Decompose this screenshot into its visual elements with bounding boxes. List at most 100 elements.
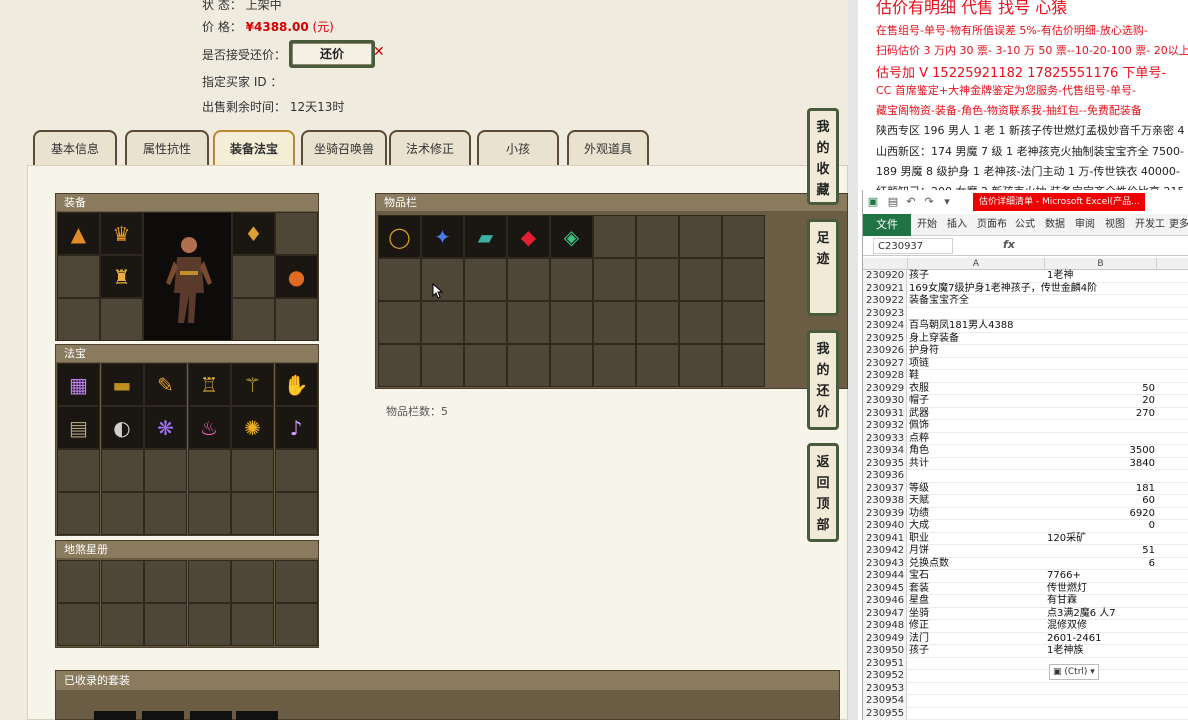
- cell-a[interactable]: 宝石: [909, 570, 1045, 582]
- cell-a[interactable]: 帽子: [909, 395, 1045, 407]
- sheet-row[interactable]: 230934 角色 3500: [863, 445, 1188, 458]
- equipment-slot-empty[interactable]: [275, 212, 318, 255]
- inventory-slot[interactable]: [550, 301, 593, 344]
- cell-a[interactable]: 169女魔7级护身1老神孩子，传世金麟4阶: [909, 283, 1097, 295]
- treasure-slot[interactable]: ✋: [274, 363, 318, 406]
- cell-b[interactable]: 7766+: [1047, 570, 1155, 582]
- earth-star-slot[interactable]: [100, 603, 144, 646]
- cell-a[interactable]: 职业: [909, 533, 1045, 545]
- equipment-slot-empty[interactable]: [275, 298, 318, 341]
- treasure-slot[interactable]: ♪: [274, 406, 318, 449]
- row-number[interactable]: 230949: [863, 632, 907, 645]
- cell-b[interactable]: 1老神: [1047, 270, 1155, 282]
- cell-a[interactable]: 点粹: [909, 433, 1045, 445]
- equipment-slot-empty[interactable]: [57, 298, 100, 341]
- earth-star-slot[interactable]: [144, 603, 187, 646]
- tab-equipment[interactable]: 装备法宝: [213, 130, 295, 166]
- cell-a[interactable]: 天赋: [909, 495, 1045, 507]
- sheet-row[interactable]: 230936: [863, 470, 1188, 483]
- back-to-top-button[interactable]: 返回顶部: [807, 443, 839, 542]
- row-number[interactable]: 230922: [863, 295, 907, 307]
- cell-b[interactable]: 有甘霖: [1047, 595, 1155, 607]
- inventory-slot[interactable]: [593, 344, 636, 387]
- cell-a[interactable]: 兑换点数: [909, 558, 1045, 570]
- sheet-row[interactable]: 230933 点粹: [863, 432, 1188, 445]
- cell-a[interactable]: 衣服: [909, 383, 1045, 395]
- footprint-button[interactable]: 足迹: [807, 219, 839, 316]
- cell-a[interactable]: 角色: [909, 445, 1045, 457]
- column-header-a[interactable]: A: [908, 258, 1045, 270]
- sheet-row[interactable]: 230951: [863, 657, 1188, 670]
- cell-b[interactable]: 混修双修: [1047, 620, 1155, 632]
- suit-slot[interactable]: [94, 711, 136, 720]
- inventory-slot[interactable]: [679, 258, 722, 301]
- cell-a[interactable]: 功绩: [909, 508, 1045, 520]
- sheet-row[interactable]: 230926 护身符: [863, 345, 1188, 358]
- cell-b[interactable]: 270: [1047, 408, 1155, 420]
- equipment-slot-helmet[interactable]: ♛: [100, 212, 143, 255]
- sheet-row[interactable]: 230922 装备宝宝齐全: [863, 295, 1188, 308]
- inventory-slot[interactable]: [722, 258, 765, 301]
- ribbon-tab-review[interactable]: 审阅: [1075, 214, 1095, 236]
- treasure-slot[interactable]: ◐: [100, 406, 144, 449]
- sheet-row[interactable]: 230923: [863, 307, 1188, 320]
- tab-spell-fix[interactable]: 法术修正: [389, 130, 471, 166]
- column-header-b[interactable]: B: [1045, 258, 1157, 270]
- equipment-slot-robe[interactable]: ♜: [100, 255, 143, 298]
- cell-b[interactable]: 6: [1047, 558, 1155, 570]
- file-tab[interactable]: 文件: [863, 214, 911, 236]
- inventory-slot[interactable]: [636, 215, 679, 258]
- sheet-row[interactable]: 230947 坐骑 点3满2魔6 人7: [863, 607, 1188, 620]
- earth-star-slot[interactable]: [274, 603, 318, 646]
- row-number[interactable]: 230952: [863, 670, 907, 682]
- ribbon-tab-view[interactable]: 视图: [1105, 214, 1125, 236]
- row-number[interactable]: 230931: [863, 407, 907, 420]
- sheet-row[interactable]: 230920 孩子 1老神: [863, 270, 1188, 283]
- inventory-slot[interactable]: ◯: [378, 215, 421, 258]
- sheet-row[interactable]: 230939 功绩 6920: [863, 507, 1188, 520]
- row-number[interactable]: 230924: [863, 320, 907, 332]
- cell-b[interactable]: 0: [1047, 520, 1155, 532]
- inventory-slot[interactable]: [378, 301, 421, 344]
- sheet-row[interactable]: 230954: [863, 695, 1188, 708]
- earth-star-slot[interactable]: [231, 560, 274, 603]
- row-number[interactable]: 230929: [863, 382, 907, 395]
- ribbon-tab-data[interactable]: 数据: [1045, 214, 1065, 236]
- cell-a[interactable]: 鞋: [909, 370, 1045, 382]
- cell-b[interactable]: 181: [1047, 483, 1155, 495]
- sheet-row[interactable]: 230925 身上穿装备: [863, 332, 1188, 345]
- sheet-row[interactable]: 230949 法门 2601-2461: [863, 632, 1188, 645]
- inventory-slot[interactable]: [679, 301, 722, 344]
- sheet-row[interactable]: 230944 宝石 7766+: [863, 570, 1188, 583]
- sheet-row[interactable]: 230932 佩饰: [863, 420, 1188, 433]
- cell-a[interactable]: 坐骑: [909, 608, 1045, 620]
- ribbon-tab-formulas[interactable]: 公式: [1015, 214, 1035, 236]
- sheet-row[interactable]: 230938 天赋 60: [863, 495, 1188, 508]
- inventory-slot[interactable]: [378, 344, 421, 387]
- sheet-row[interactable]: 230935 共计 3840: [863, 457, 1188, 470]
- inventory-slot[interactable]: [464, 258, 507, 301]
- undo-icon[interactable]: ↶: [905, 196, 917, 208]
- inventory-slot[interactable]: [636, 258, 679, 301]
- earth-star-slot[interactable]: [100, 560, 144, 603]
- row-number[interactable]: 230932: [863, 420, 907, 432]
- equipment-slot-boots[interactable]: ●: [275, 255, 318, 298]
- treasure-slot[interactable]: [144, 449, 187, 492]
- tab-basic-info[interactable]: 基本信息: [33, 130, 117, 166]
- treasure-slot[interactable]: [187, 449, 231, 492]
- equipment-slot-empty[interactable]: [232, 255, 275, 298]
- row-number[interactable]: 230936: [863, 470, 907, 482]
- sheet-row[interactable]: 230929 衣服 50: [863, 382, 1188, 395]
- ribbon-tab-developer[interactable]: 开发工: [1135, 214, 1165, 236]
- row-number[interactable]: 230939: [863, 507, 907, 520]
- row-number[interactable]: 230954: [863, 695, 907, 707]
- cell-b[interactable]: 50: [1047, 383, 1155, 395]
- row-number[interactable]: 230946: [863, 595, 907, 607]
- inventory-slot[interactable]: ✦: [421, 215, 464, 258]
- row-number[interactable]: 230927: [863, 357, 907, 370]
- inventory-slot[interactable]: [679, 344, 722, 387]
- cell-a[interactable]: 修正: [909, 620, 1045, 632]
- earth-star-slot[interactable]: [57, 603, 100, 646]
- cell-b[interactable]: 60: [1047, 495, 1155, 507]
- earth-star-slot[interactable]: [187, 560, 231, 603]
